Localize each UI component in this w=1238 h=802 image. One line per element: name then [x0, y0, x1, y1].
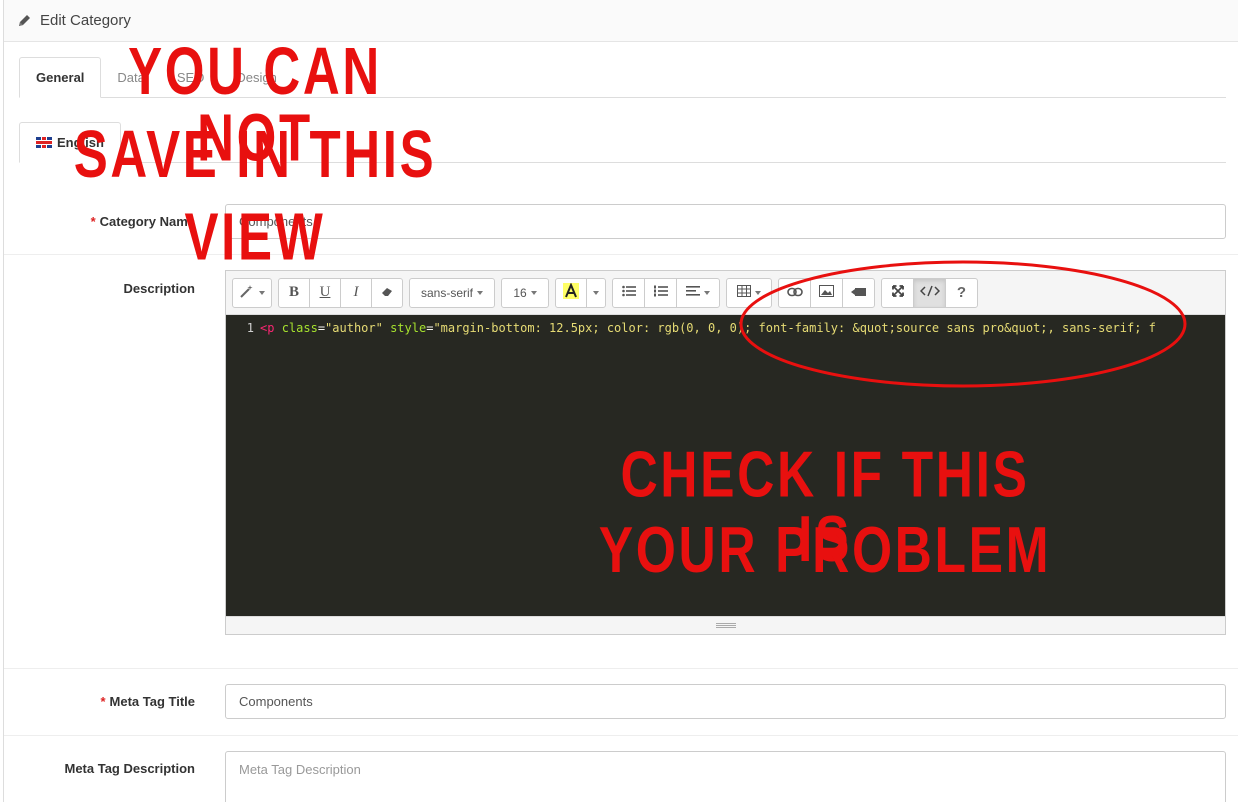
meta-description-textarea[interactable]: Meta Tag Description	[225, 751, 1226, 802]
align-left-icon	[686, 285, 700, 300]
font-size-dropdown[interactable]: 16	[501, 277, 549, 308]
code-attr-class: class	[281, 321, 318, 335]
meta-title-row: * Meta Tag Title Components	[4, 669, 1238, 736]
code-value-class: "author"	[325, 321, 383, 335]
required-mark: *	[100, 694, 106, 709]
annotation-save-warning: YOU CAN NOT SAVE IN THIS VIEW	[73, 34, 437, 275]
code-tag: <p	[260, 321, 275, 335]
meta-title-input[interactable]: Components	[225, 684, 1226, 719]
numbered-list-icon	[653, 285, 668, 300]
pencil-icon	[18, 14, 32, 28]
color-dropdown-button[interactable]	[586, 277, 606, 308]
meta-title-label: * Meta Tag Title	[100, 694, 195, 709]
line-number: 1	[246, 321, 254, 335]
bullet-list-icon	[621, 285, 636, 300]
eraser-icon	[381, 286, 393, 300]
highlight-ellipse	[739, 260, 1187, 388]
code-attr-style: style	[390, 321, 427, 335]
font-color-icon	[563, 282, 579, 302]
unordered-list-button[interactable]	[612, 277, 645, 308]
editor-resize-handle[interactable]	[226, 616, 1225, 634]
text-color-button[interactable]	[555, 277, 587, 308]
annotation-check-problem: CHECK IF THIS IS YOUR PROBLEM	[598, 438, 1052, 587]
meta-description-row: Meta Tag Description Meta Tag Descriptio…	[4, 736, 1238, 802]
paragraph-align-button[interactable]	[676, 277, 720, 308]
meta-description-label: Meta Tag Description	[64, 761, 195, 776]
grip-icon	[715, 623, 736, 628]
ordered-list-button[interactable]	[644, 277, 677, 308]
uk-flag-icon	[36, 137, 52, 148]
panel-title: Edit Category	[40, 12, 131, 29]
